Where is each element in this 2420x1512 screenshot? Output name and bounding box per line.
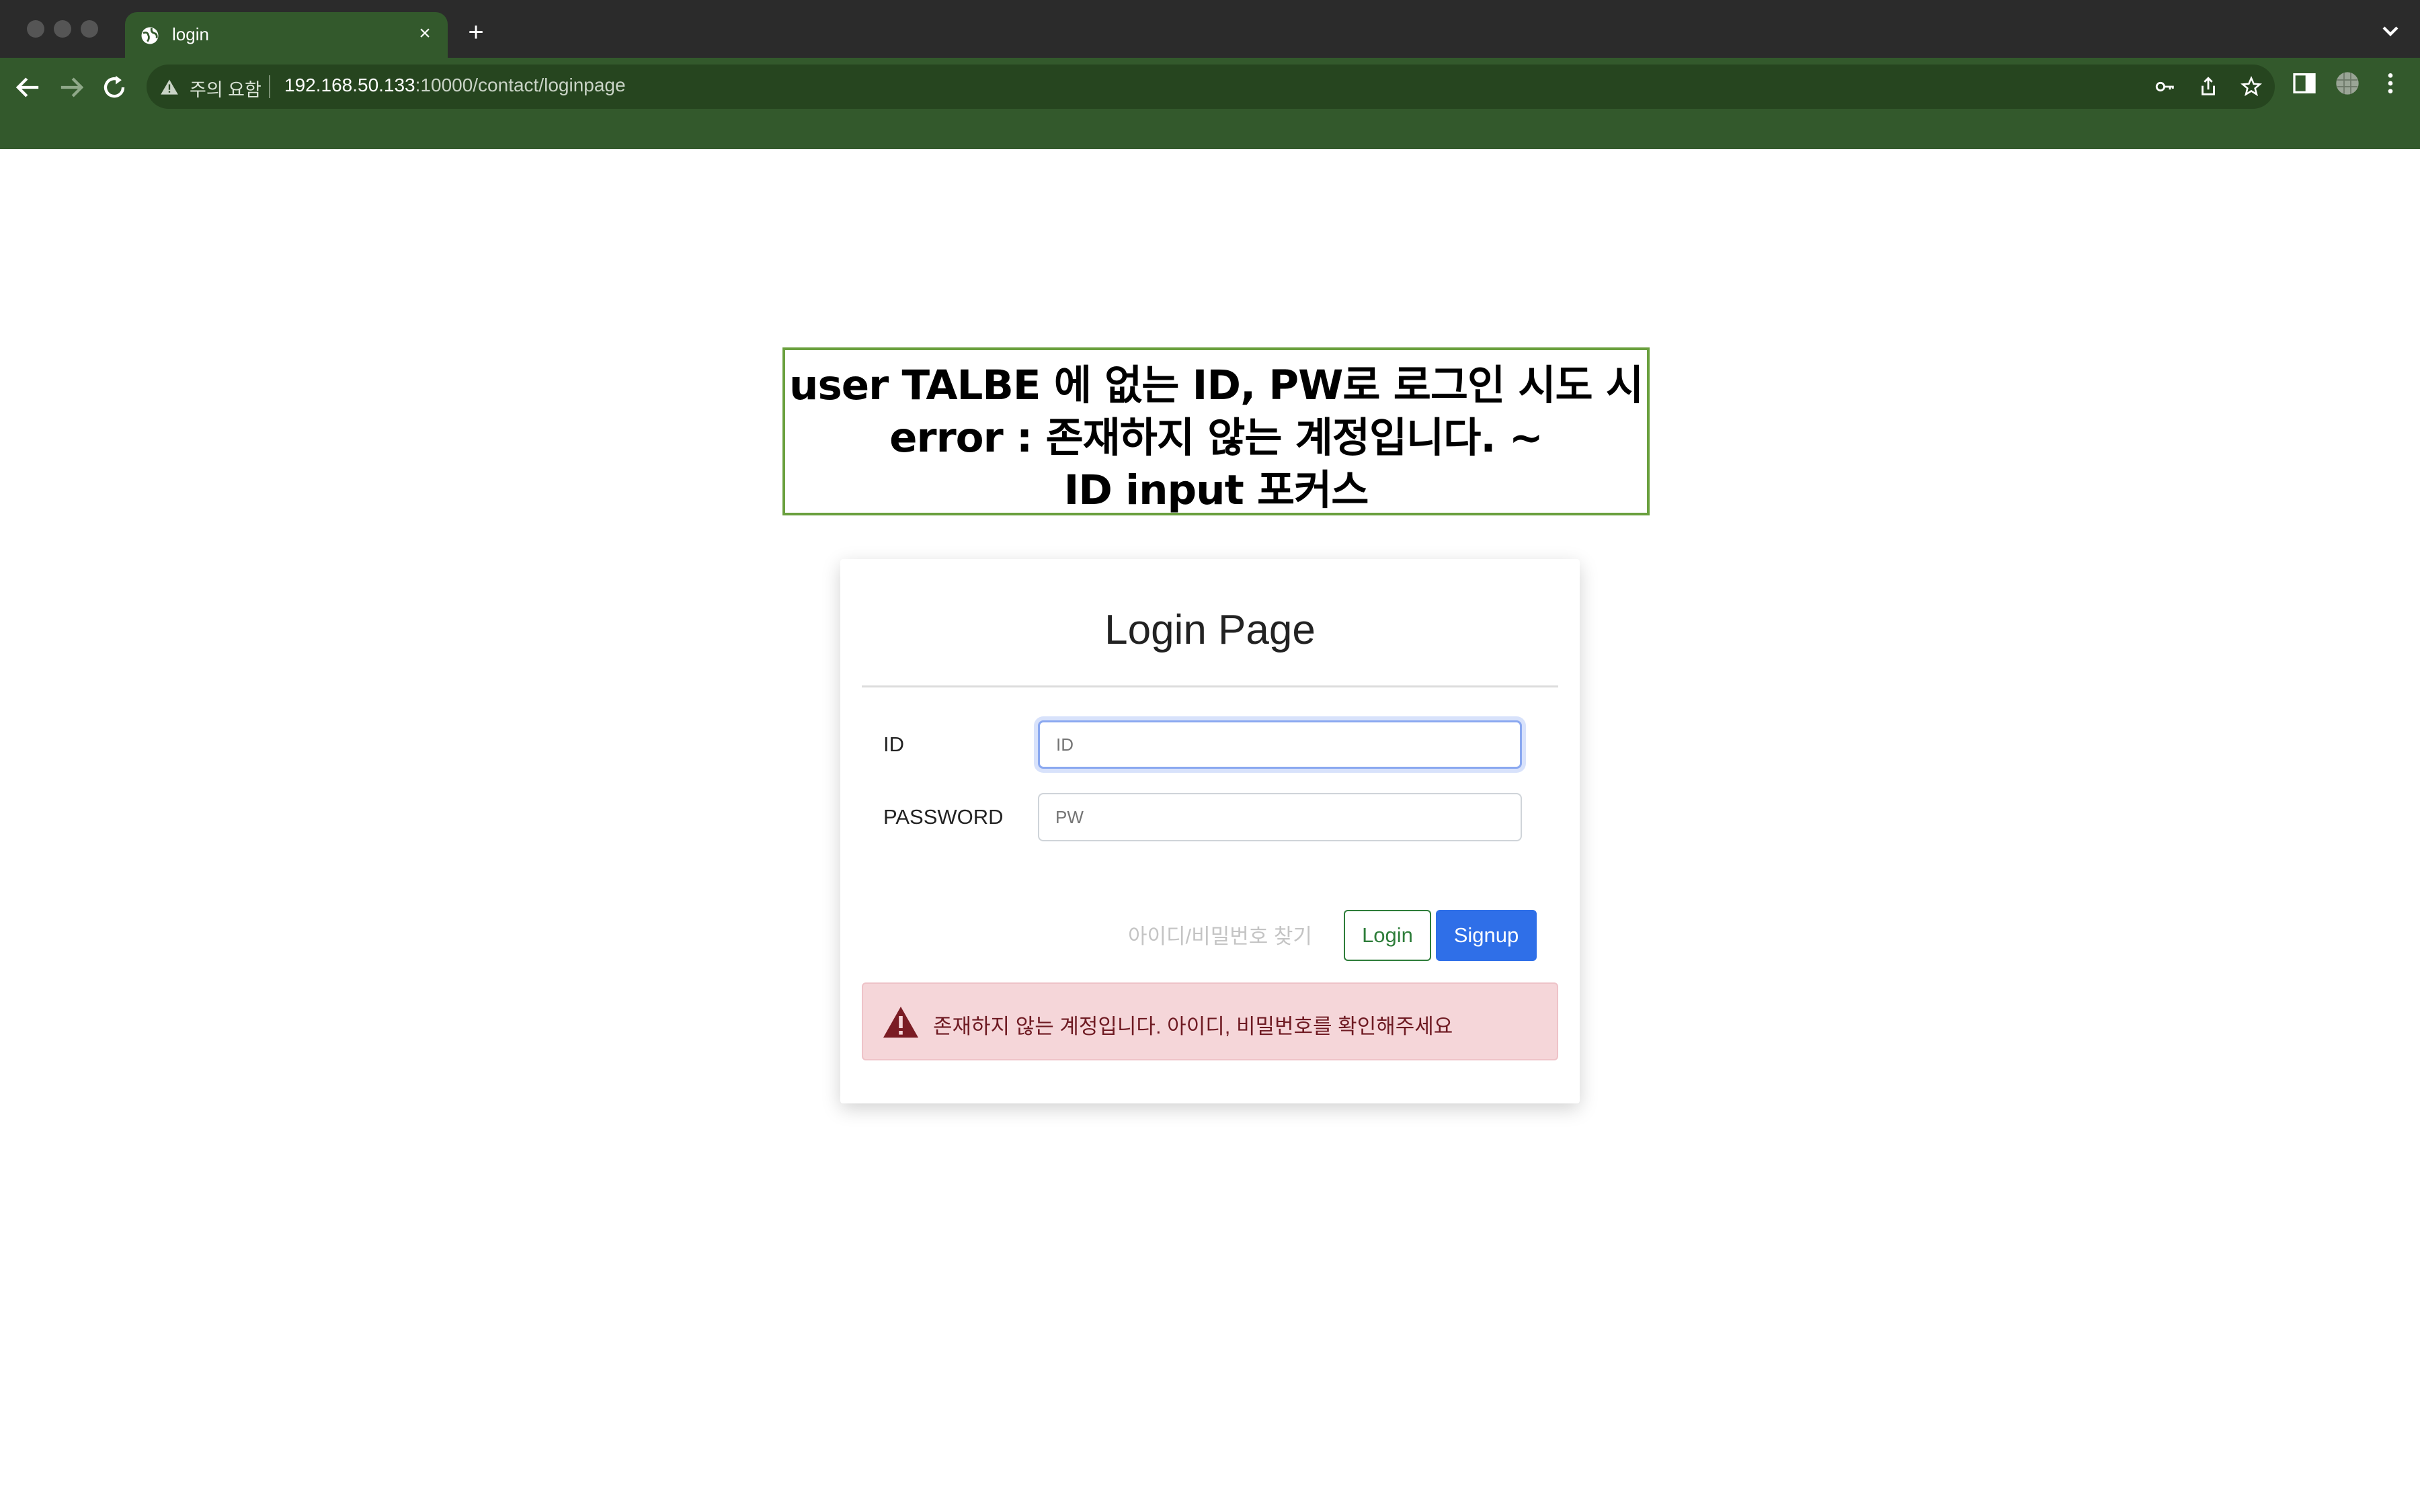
password-label: PASSWORD bbox=[883, 805, 1004, 829]
page-title: Login Page bbox=[1104, 607, 1316, 653]
annotation-line-3: ID input 포커스 bbox=[1063, 466, 1369, 514]
annotation-line-1: user TALBE 에 없는 ID, PW로 로그인 시도 시 bbox=[789, 362, 1644, 409]
sidebar-icon[interactable] bbox=[2291, 70, 2318, 97]
find-account-link[interactable]: 아이디/비밀번호 찾기 bbox=[1128, 919, 1312, 950]
alert-triangle-icon bbox=[883, 1007, 918, 1038]
tab-login[interactable]: login × bbox=[125, 12, 448, 58]
chevron-down-icon[interactable] bbox=[2377, 17, 2404, 44]
back-icon[interactable] bbox=[11, 70, 46, 105]
window-minimize-dot[interactable] bbox=[54, 20, 71, 38]
error-message: 존재하지 않는 계정입니다. 아이디, 비밀번호를 확인해주세요 bbox=[933, 1015, 1453, 1038]
star-icon[interactable] bbox=[2240, 75, 2263, 98]
annotation-box: user TALBE 에 없는 ID, PW로 로그인 시도 시 error :… bbox=[782, 347, 1650, 515]
browser-tab-bar: login × + bbox=[0, 0, 2420, 58]
tab-title: login bbox=[172, 24, 209, 44]
url-host: 192.168.50.133 bbox=[284, 75, 415, 95]
window-close-dot[interactable] bbox=[27, 20, 44, 38]
security-label[interactable]: 주의 요함 bbox=[190, 75, 261, 101]
address-bar[interactable]: 주의 요함 192.168.50.133:10000/contact/login… bbox=[147, 65, 2275, 109]
signup-button[interactable]: Signup bbox=[1436, 910, 1537, 961]
id-label: ID bbox=[883, 732, 904, 756]
globe-icon bbox=[141, 27, 159, 44]
id-input[interactable] bbox=[1038, 720, 1522, 769]
key-icon[interactable] bbox=[2154, 75, 2177, 98]
url-text[interactable]: 192.168.50.133:10000/contact/loginpage bbox=[284, 75, 626, 96]
title-divider bbox=[862, 685, 1558, 687]
address-separator bbox=[269, 75, 270, 98]
reload-icon[interactable] bbox=[97, 70, 132, 105]
plus-icon[interactable]: + bbox=[461, 19, 491, 48]
annotation-line-2: error : 존재하지 않는 계정입니다. ~ bbox=[889, 414, 1543, 462]
share-icon[interactable] bbox=[2197, 75, 2220, 98]
profile-icon[interactable] bbox=[2334, 70, 2361, 97]
error-alert: 존재하지 않는 계정입니다. 아이디, 비밀번호를 확인해주세요 bbox=[862, 982, 1558, 1060]
warning-icon bbox=[161, 79, 178, 95]
window-zoom-dot[interactable] bbox=[81, 20, 98, 38]
browser-toolbar: 주의 요함 192.168.50.133:10000/contact/login… bbox=[0, 58, 2420, 149]
url-path: :10000/contact/loginpage bbox=[415, 75, 626, 95]
login-card: Login Page ID PASSWORD 아이디/비밀번호 찾기 Login… bbox=[840, 559, 1580, 1103]
close-icon[interactable]: × bbox=[413, 22, 437, 46]
login-button[interactable]: Login bbox=[1344, 910, 1431, 961]
password-input[interactable] bbox=[1038, 793, 1522, 841]
more-icon[interactable] bbox=[2377, 70, 2404, 97]
forward-icon[interactable] bbox=[54, 70, 89, 105]
